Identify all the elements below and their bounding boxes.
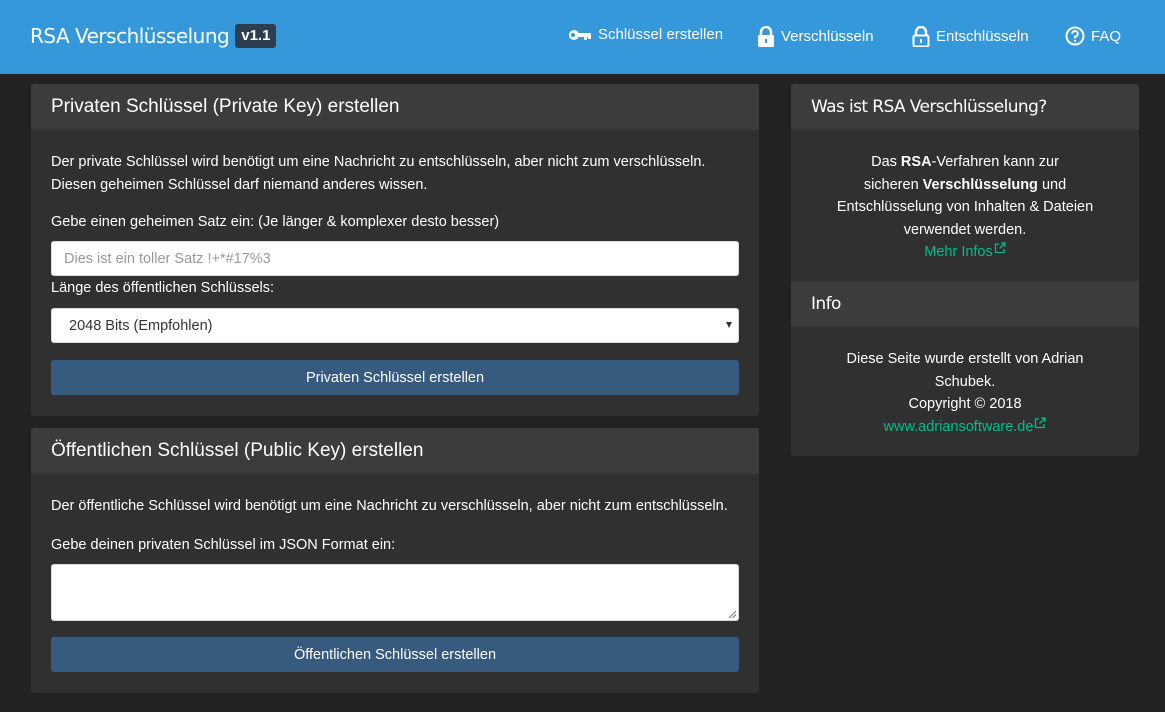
nav-item-create-keys[interactable]: Schlüssel erstellen — [568, 26, 723, 43]
panel-title: Öffentlichen Schlüssel (Public Key) erst… — [31, 428, 759, 474]
rsa-bold: RSA — [900, 154, 932, 170]
nav-item-label: Verschlüsseln — [781, 28, 874, 45]
about-text-part: -Verfahren kann zur — [931, 154, 1059, 170]
nav-item-faq[interactable]: FAQ — [1065, 26, 1121, 46]
about-text-part: sicheren — [863, 176, 923, 193]
secret-phrase-input[interactable]: Dies ist ein toller Satz !+*#17%3 — [51, 241, 739, 276]
about-text-part: und — [1037, 176, 1067, 193]
about-line: Das RSA-Verfahren kann zur — [791, 151, 1139, 174]
copyright-text: Copyright © 2018 — [908, 396, 1022, 412]
website-link[interactable]: www.adriansoftware.de — [883, 416, 1047, 435]
public-key-description: Der öffentliche Schlüssel wird benötigt … — [51, 498, 728, 514]
more-info-label: Mehr Infos — [924, 244, 993, 260]
about-line: verwendet werden. — [903, 221, 1027, 238]
about-line: Entschlüsselung von Inhalten & Dateien — [836, 199, 1094, 215]
brand[interactable]: RSA Verschlüsselung v1.1 — [30, 24, 277, 48]
nav-item-encrypt[interactable]: Verschlüsseln — [757, 26, 874, 47]
website-link-wrapper: www.adriansoftware.de — [791, 416, 1139, 439]
key-length-select[interactable]: 2048 Bits (Empfohlen) — [51, 308, 739, 343]
chevron-down-icon — [726, 321, 732, 328]
nav-item-decrypt[interactable]: Entschlüsseln — [912, 26, 1029, 47]
create-public-key-button[interactable]: Öffentlichen Schlüssel erstellen — [51, 637, 739, 672]
json-label: Gebe deinen privaten Schlüssel im JSON F… — [51, 537, 396, 553]
more-info-link[interactable]: Mehr Infos — [924, 242, 1006, 260]
info-line: Diese Seite wurde erstellt von Adrian — [846, 351, 1084, 367]
more-info-link-wrapper: Mehr Infos — [791, 241, 1139, 264]
question-circle-icon — [1065, 26, 1085, 46]
description-line: Der private Schlüssel wird benötigt um e… — [51, 154, 706, 170]
lock-open-icon — [912, 26, 930, 47]
external-link-icon — [994, 242, 1006, 254]
navbar: RSA Verschlüsselung v1.1 Schlüssel erste… — [0, 0, 1165, 74]
external-link-icon — [1035, 416, 1047, 428]
info-title: Info — [791, 281, 1139, 327]
key-icon — [569, 29, 591, 40]
description-line: Diesen geheimen Schlüssel darf niemand a… — [51, 176, 428, 193]
nav-item-label: Schlüssel erstellen — [598, 26, 724, 43]
create-private-key-button[interactable]: Privaten Schlüssel erstellen — [51, 360, 739, 395]
info-line: Schubek. — [934, 373, 996, 390]
private-key-json-textarea[interactable] — [51, 564, 739, 621]
about-line: sicheren Verschlüsselung und — [791, 174, 1139, 197]
about-text: Das RSA-Verfahren kann zur sicheren Vers… — [791, 151, 1139, 264]
about-panel: Was ist RSA Verschlüsselung? Das RSA-Ver… — [791, 84, 1139, 456]
panel-title: Privaten Schlüssel (Private Key) erstell… — [31, 84, 759, 130]
nav-item-label: Entschlüsseln — [936, 28, 1029, 45]
encryption-bold: Verschlüsselung — [922, 176, 1038, 193]
phrase-label: Gebe einen geheimen Satz ein: (Je länger… — [51, 214, 500, 230]
nav-item-label: FAQ — [1091, 27, 1122, 45]
version-badge: v1.1 — [235, 24, 277, 48]
private-key-description: Der private Schlüssel wird benötigt um e… — [51, 151, 705, 196]
public-key-panel: Öffentlichen Schlüssel (Public Key) erst… — [31, 428, 759, 693]
key-length-label: Länge des öffentlichen Schlüssels: — [51, 280, 275, 296]
lock-closed-icon — [758, 26, 774, 47]
website-label: www.adriansoftware.de — [883, 418, 1034, 435]
key-length-selected: 2048 Bits (Empfohlen) — [69, 317, 213, 334]
about-text-part: Das — [871, 154, 901, 170]
panel-title: Was ist RSA Verschlüsselung? — [791, 84, 1139, 130]
info-text: Diese Seite wurde erstellt von Adrian Sc… — [791, 348, 1139, 438]
brand-title[interactable]: RSA Verschlüsselung — [30, 24, 230, 48]
secret-phrase-placeholder: Dies ist ein toller Satz !+*#17%3 — [64, 250, 271, 267]
private-key-panel: Privaten Schlüssel (Private Key) erstell… — [31, 84, 759, 416]
resize-handle-icon[interactable] — [728, 610, 736, 618]
